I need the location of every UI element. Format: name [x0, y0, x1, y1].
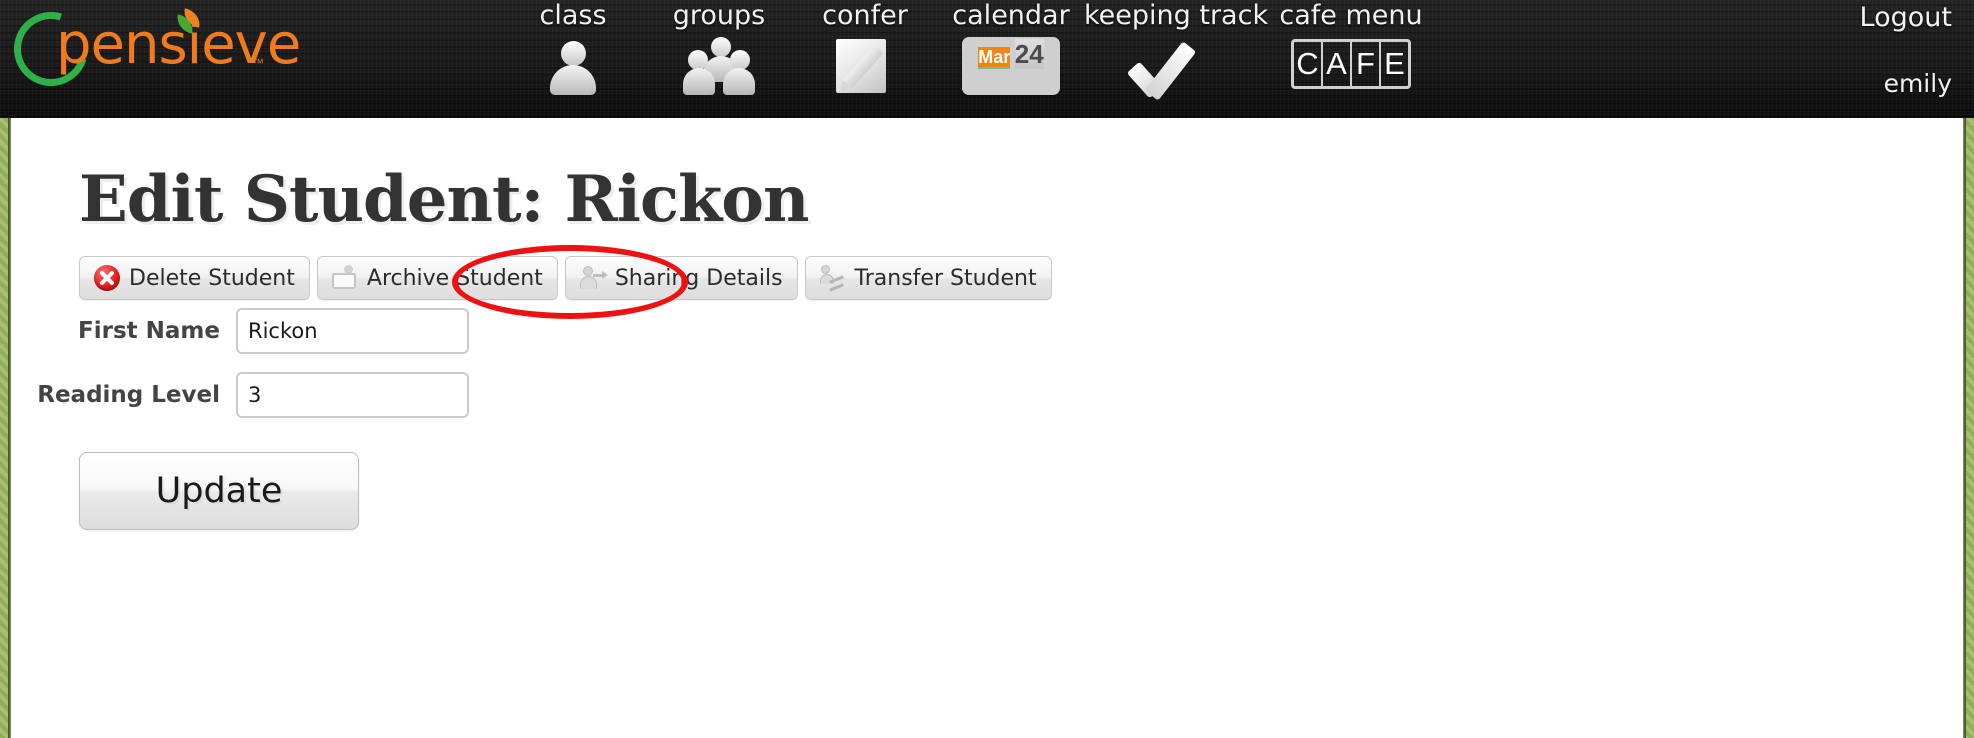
- nav-item-groups[interactable]: groups: [646, 0, 792, 95]
- delete-student-label: Delete Student: [129, 265, 295, 291]
- logo-leaf-icon: [174, 8, 203, 34]
- nav-item-keeping-track[interactable]: keeping track: [1084, 0, 1269, 101]
- student-action-toolbar: Delete Student Archive Student Sharing D…: [79, 256, 1052, 300]
- sharing-details-label: Sharing Details: [614, 265, 783, 291]
- cafe-letter-f: F: [1352, 42, 1381, 86]
- calendar-day: 24: [1014, 39, 1044, 69]
- top-navigation-bar: pensieve ™ class groups confer calendar …: [0, 0, 1974, 118]
- logout-link[interactable]: Logout: [1860, 0, 1952, 36]
- form-row-first-name: First Name: [11, 308, 469, 354]
- page-title: Edit Student: Rickon: [79, 162, 809, 237]
- person-icon: [546, 37, 600, 95]
- logo-trademark: ™: [252, 56, 264, 70]
- nav-label-cafe-menu: cafe menu: [1279, 0, 1423, 31]
- calendar-month: Mar: [978, 47, 1011, 69]
- first-name-input[interactable]: [236, 308, 469, 354]
- form-row-reading-level: Reading Level: [11, 372, 469, 418]
- right-page-edge: [1963, 118, 1966, 738]
- nav-label-class: class: [539, 0, 607, 31]
- nav-item-class[interactable]: class: [500, 0, 646, 95]
- transfer-student-label: Transfer Student: [854, 265, 1037, 291]
- update-button[interactable]: Update: [79, 452, 359, 530]
- nav-label-confer: confer: [822, 0, 908, 31]
- nav-item-confer[interactable]: confer: [792, 0, 938, 95]
- first-name-label: First Name: [78, 318, 220, 344]
- reading-level-label: Reading Level: [37, 382, 220, 408]
- transfer-person-icon: [819, 265, 846, 292]
- archive-folder-icon: [331, 265, 358, 291]
- archive-student-button[interactable]: Archive Student: [316, 256, 558, 300]
- pensieve-logo[interactable]: pensieve ™: [0, 0, 301, 100]
- nav-label-keeping-track: keeping track: [1084, 0, 1269, 31]
- nav-item-calendar[interactable]: calendar Mar 24: [938, 0, 1084, 95]
- nav-item-cafe-menu[interactable]: cafe menu C A F E: [1262, 0, 1440, 89]
- people-group-icon: [683, 37, 755, 95]
- sharing-details-button[interactable]: Sharing Details: [564, 256, 798, 300]
- checkmark-icon: [1126, 37, 1220, 101]
- transfer-student-button[interactable]: Transfer Student: [804, 256, 1052, 300]
- delete-circle-icon: [94, 265, 120, 291]
- edit-student-form: First Name Reading Level: [11, 308, 469, 436]
- calendar-icon: Mar 24: [962, 37, 1060, 95]
- cafe-letter-e: E: [1384, 46, 1405, 81]
- app-root: pensieve ™ class groups confer calendar …: [0, 0, 1974, 738]
- main-nav: class groups confer calendar Mar 24 keep…: [500, 0, 1440, 118]
- note-pencil-icon: [836, 37, 894, 95]
- account-area: Logout emily: [1860, 0, 1952, 102]
- cafe-letter-a: A: [1323, 42, 1352, 86]
- main-content: Edit Student: Rickon Delete Student Arch…: [11, 118, 1963, 738]
- cafe-icon: C A F E: [1291, 39, 1411, 89]
- nav-label-groups: groups: [672, 0, 766, 31]
- delete-student-button[interactable]: Delete Student: [79, 256, 310, 300]
- archive-student-label: Archive Student: [366, 265, 543, 291]
- current-username: emily: [1883, 69, 1952, 98]
- share-person-icon: [579, 265, 608, 291]
- nav-label-calendar: calendar: [952, 0, 1070, 31]
- cafe-letter-c: C: [1294, 42, 1323, 86]
- reading-level-input[interactable]: [236, 372, 469, 418]
